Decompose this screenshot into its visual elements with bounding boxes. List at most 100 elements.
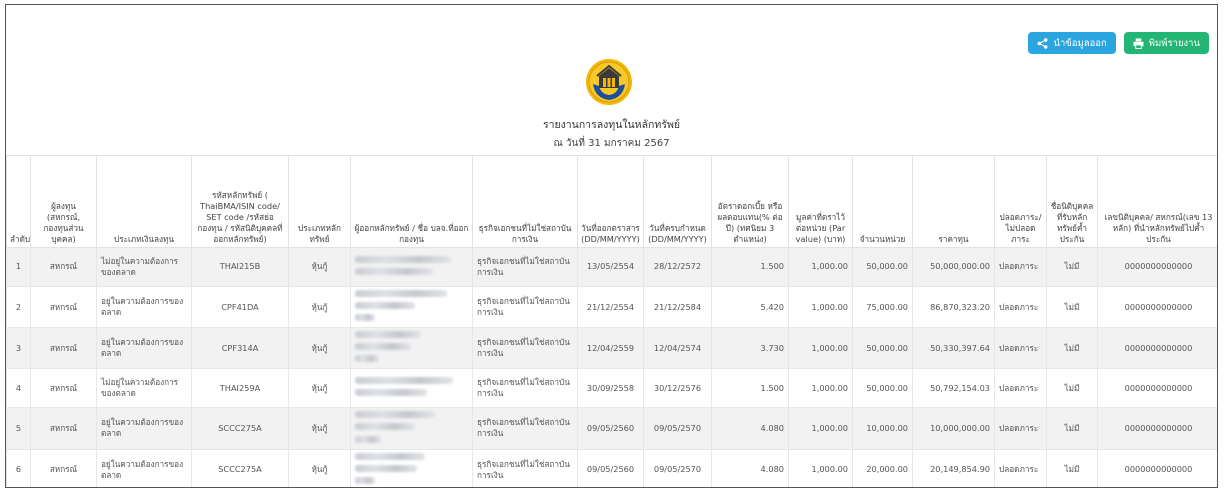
printer-icon [1133, 37, 1144, 49]
cell-business: ธุรกิจเอกชนที่ไม่ใช่สถาบันการเงิน [472, 285, 578, 329]
cell-business: ธุรกิจเอกชนที่ไม่ใช่สถาบันการเงิน [472, 247, 578, 287]
column-header: ราคาทุน [912, 155, 995, 248]
cell-inv-type: อยู่ในความต้องการของตลาด [96, 448, 192, 487]
redacted-text [355, 389, 427, 397]
cell-par: 1,000.00 [788, 368, 853, 409]
issuer-cell-redacted [350, 247, 473, 287]
cell-business: ธุรกิจเอกชนที่ไม่ใช่สถาบันการเงิน [472, 368, 578, 409]
cell-encumbrance: ปลอดภาระ [994, 407, 1047, 450]
cell-par: 1,000.00 [788, 247, 853, 287]
column-header: ลำดับ [6, 155, 31, 248]
cell-maturity: 09/05/2570 [643, 407, 712, 450]
cell-reg-no: 0000000000000 [1097, 407, 1217, 450]
header-row: ลำดับ ผู้ลงทุน (สหกรณ์, กองทุนส่วนบุคคล) ป… [6, 155, 1217, 248]
cell-reg-no: 0000000000000 [1097, 368, 1217, 409]
cell-encumbrance: ปลอดภาระ [994, 327, 1047, 370]
cell-investor: สหกรณ์ [30, 285, 97, 329]
cell-issue-date: 13/05/2554 [577, 247, 644, 287]
redacted-text [355, 290, 447, 297]
cell-rate: 1.500 [711, 247, 789, 287]
table-header: ลำดับ ผู้ลงทุน (สหกรณ์, กองทุนส่วนบุคคล) ป… [6, 155, 1217, 248]
cell-investor: สหกรณ์ [30, 327, 97, 370]
cell-rate: 1.500 [711, 368, 789, 409]
toolbar: นำข้อมูลออก พิมพ์รายงาน [1028, 32, 1209, 54]
cell-issue-date: 21/12/2554 [577, 285, 644, 329]
export-data-label: นำข้อมูลออก [1053, 37, 1107, 49]
column-header: ผู้ออกหลักทรัพย์ / ชื่อ บลจ.ที่ออกกองทุน [350, 155, 473, 248]
cell-investor: สหกรณ์ [30, 448, 97, 487]
cell-par: 1,000.00 [788, 407, 853, 450]
table-row: 6 สหกรณ์ อยู่ในความต้องการของตลาด SCCC275A ห… [6, 448, 1217, 487]
column-header: ผู้ลงทุน (สหกรณ์, กองทุนส่วนบุคคล) [30, 155, 97, 248]
cell-units: 50,000.00 [852, 327, 913, 370]
cell-guarantor: ไม่มี [1046, 247, 1098, 287]
cell-rate: 3.730 [711, 327, 789, 370]
print-report-label: พิมพ์รายงาน [1148, 37, 1200, 49]
cell-maturity: 30/12/2576 [643, 368, 712, 409]
issuer-cell-redacted [350, 368, 473, 409]
table-row: 1 สหกรณ์ ไม่อยู่ในความต้องการของตลาด THAI21… [6, 247, 1217, 287]
issuer-cell-redacted [350, 448, 473, 487]
redacted-text [355, 255, 451, 263]
print-report-button[interactable]: พิมพ์รายงาน [1123, 32, 1209, 54]
column-header: ธุรกิจเอกชนที่ไม่ใช่สถาบันการเงิน [472, 155, 578, 248]
cell-encumbrance: ปลอดภาระ [994, 448, 1047, 487]
cell-units: 75,000.00 [852, 285, 913, 329]
cell-code: SCCC275A [191, 407, 289, 450]
redacted-text [355, 302, 415, 310]
redacted-text [355, 314, 375, 322]
issuer-cell-redacted [350, 285, 473, 329]
cell-no: 2 [6, 285, 31, 329]
cell-sec-type: หุ้นกู้ [288, 368, 351, 409]
cell-code: SCCC275A [191, 448, 289, 487]
cell-code: CPF41DA [191, 285, 289, 329]
cell-code: THAI215B [191, 247, 289, 287]
cell-maturity: 28/12/2572 [643, 247, 712, 287]
column-header: รหัสหลักทรัพย์ ( ThaiBMA/ISIN code/ SET … [191, 155, 289, 248]
column-header: วันที่ออกตราสาร (DD/MM/YYYY) [577, 155, 644, 248]
cell-code: CPF314A [191, 327, 289, 370]
cell-reg-no: 0000000000000 [1097, 327, 1217, 370]
cell-issue-date: 09/05/2560 [577, 407, 644, 450]
redacted-text [355, 464, 417, 472]
cell-cost: 20,149,854.90 [912, 448, 995, 487]
cell-issue-date: 09/05/2560 [577, 448, 644, 487]
cell-issue-date: 30/09/2558 [577, 368, 644, 409]
report-page: นำข้อมูลออก พิมพ์รายงาน รายงานการลงทุนใน… [0, 0, 1224, 490]
cell-no: 5 [6, 407, 31, 450]
cell-guarantor: ไม่มี [1046, 327, 1098, 370]
cell-inv-type: อยู่ในความต้องการของตลาด [96, 285, 192, 329]
cell-reg-no: 0000000000000 [1097, 285, 1217, 329]
column-header: ชื่อนิติบุคคลที่รับหลักทรัพย์ค้ำประกัน [1046, 155, 1098, 248]
cell-maturity: 21/12/2584 [643, 285, 712, 329]
issuer-cell-redacted [350, 327, 473, 370]
cell-investor: สหกรณ์ [30, 247, 97, 287]
export-data-button[interactable]: นำข้อมูลออก [1028, 32, 1116, 54]
cell-rate: 5.420 [711, 285, 789, 329]
cell-units: 20,000.00 [852, 448, 913, 487]
share-icon [1038, 37, 1048, 49]
cell-investor: สหกรณ์ [30, 368, 97, 409]
cell-reg-no: 0000000000000 [1097, 448, 1217, 487]
cell-guarantor: ไม่มี [1046, 407, 1098, 450]
investment-table: ลำดับ ผู้ลงทุน (สหกรณ์, กองทุนส่วนบุคคล) ป… [6, 155, 1217, 487]
cell-sec-type: หุ้นกู้ [288, 448, 351, 487]
issuer-cell-redacted [350, 407, 473, 450]
cell-no: 4 [6, 368, 31, 409]
cell-sec-type: หุ้นกู้ [288, 285, 351, 329]
column-header: อัตราดอกเบี้ย หรือ ผลตอบแทน(% ต่อปี) (ทศ… [711, 155, 789, 248]
cell-no: 3 [6, 327, 31, 370]
table-row: 4 สหกรณ์ ไม่อยู่ในความต้องการของตลาด THAI25… [6, 368, 1217, 409]
cell-par: 1,000.00 [788, 448, 853, 487]
cell-units: 50,000.00 [852, 368, 913, 409]
report-date: ณ วันที่ 31 มกราคม 2567 [553, 138, 670, 149]
emblem-logo [586, 59, 632, 105]
report-frame: นำข้อมูลออก พิมพ์รายงาน รายงานการลงทุนใน… [5, 4, 1218, 488]
cell-units: 10,000.00 [852, 407, 913, 450]
cell-sec-type: หุ้นกู้ [288, 247, 351, 287]
cell-code: THAI259A [191, 368, 289, 409]
table-body: 1 สหกรณ์ ไม่อยู่ในความต้องการของตลาด THAI21… [6, 247, 1217, 487]
column-header: วันที่ครบกำหนด (DD/MM/YYYY) [643, 155, 712, 248]
cell-inv-type: อยู่ในความต้องการของตลาด [96, 327, 192, 370]
cell-no: 1 [6, 247, 31, 287]
